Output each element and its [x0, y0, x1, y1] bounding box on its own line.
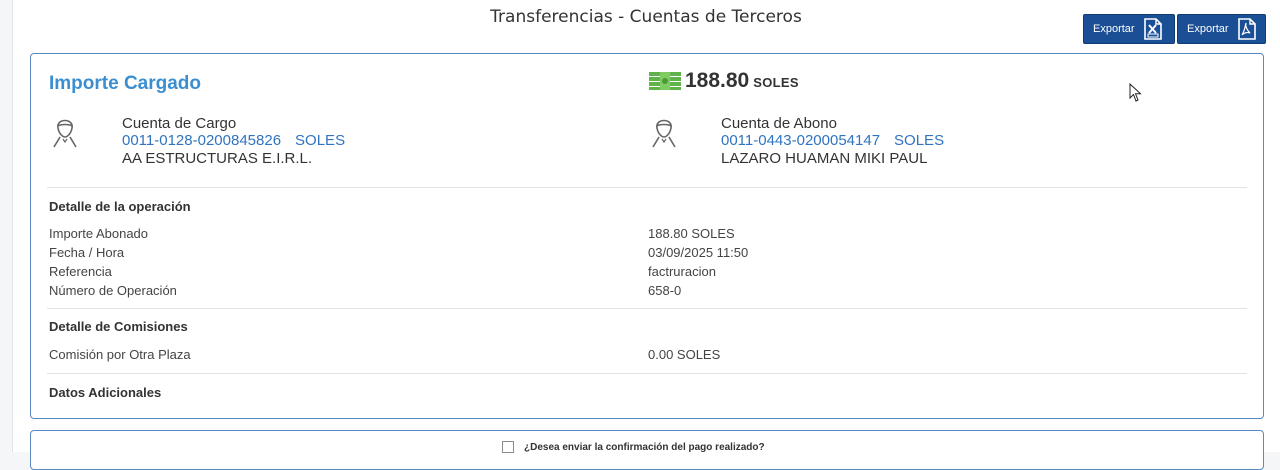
confirmation-row: ¿Desea enviar la confirmación del pago r… [502, 441, 765, 453]
export-excel-button[interactable]: Exportar [1083, 14, 1175, 44]
operacion-row-value: 658-0 [648, 283, 682, 298]
operacion-row-label: Importe Abonado [49, 226, 149, 241]
amount-value: 188.80 [685, 69, 750, 92]
abono-label: Cuenta de Abono [721, 115, 837, 132]
amount-display: 188.80 SOLES [685, 69, 799, 93]
money-icon [649, 72, 681, 95]
cargo-account-link[interactable]: 0011-0128-0200845826 SOLES [122, 132, 345, 149]
transfer-detail-card: Importe Cargado 188.80 SOLES Cuenta de Ca… [30, 53, 1264, 419]
comisiones-heading: Detalle de Comisiones [49, 319, 188, 334]
pdf-file-icon [1237, 18, 1257, 40]
operacion-row-value: factruracion [648, 264, 716, 279]
confirmation-checkbox[interactable] [502, 441, 514, 453]
divider [47, 308, 1247, 309]
cargo-label: Cuenta de Cargo [122, 115, 237, 132]
cargo-account-currency: SOLES [295, 132, 346, 149]
user-icon [49, 114, 81, 150]
abono-account-currency: SOLES [894, 132, 945, 149]
operacion-row-label: Número de Operación [49, 283, 177, 298]
cargo-holder: AA ESTRUCTURAS E.I.R.L. [122, 150, 313, 167]
confirmation-label: ¿Desea enviar la confirmación del pago r… [524, 441, 765, 453]
divider [47, 187, 1247, 188]
importe-cargado-title: Importe Cargado [49, 73, 202, 94]
divider [47, 373, 1247, 374]
abono-account-number: 0011-0443-0200054147 [721, 132, 881, 149]
comision-row-value: 0.00 SOLES [648, 347, 721, 362]
export-excel-label: Exportar [1093, 23, 1135, 35]
operacion-row-label: Fecha / Hora [49, 245, 125, 260]
export-pdf-label: Exportar [1187, 23, 1229, 35]
operacion-heading: Detalle de la operación [49, 199, 191, 214]
user-icon [648, 114, 680, 150]
abono-holder: LAZARO HUAMAN MIKI PAUL [721, 150, 928, 167]
operacion-row-value: 03/09/2025 11:50 [648, 245, 749, 260]
cargo-account-number: 0011-0128-0200845826 [122, 132, 282, 149]
comision-row-label: Comisión por Otra Plaza [49, 347, 191, 362]
abono-account-link[interactable]: 0011-0443-0200054147 SOLES [721, 132, 944, 149]
amount-currency: SOLES [753, 75, 799, 90]
operacion-row-value: 188.80 SOLES [648, 226, 735, 241]
operacion-row-label: Referencia [49, 264, 112, 279]
export-pdf-button[interactable]: Exportar [1177, 14, 1266, 44]
mouse-pointer-icon [1129, 82, 1143, 108]
adicionales-heading: Datos Adicionales [49, 385, 162, 400]
excel-file-icon [1143, 18, 1163, 40]
